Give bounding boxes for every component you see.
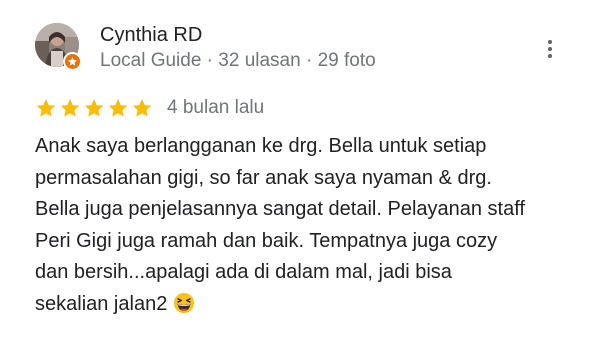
reviewer-meta[interactable]: Local Guide · 32 ulasan · 29 foto [100, 49, 376, 73]
review-text-line: sekalian jalan2 [35, 292, 168, 315]
star-icon [107, 97, 129, 119]
reviewer-name[interactable]: Cynthia RD [100, 22, 202, 48]
star-icon [131, 97, 153, 119]
grinning-squinting-face-emoji-icon [173, 292, 195, 314]
review-text-line: dan bersih...apalagi ada di dalam mal, j… [35, 261, 452, 283]
star-icon [83, 97, 105, 119]
star-icon [59, 97, 81, 119]
reviewer-avatar[interactable] [35, 23, 83, 71]
review-date: 4 bulan lalu [167, 97, 265, 118]
review-card: Cynthia RD Local Guide · 32 ulasan · 29 … [0, 0, 595, 342]
more-vertical-icon [548, 47, 552, 51]
review-text: Anak saya berlangganan ke drg. Bella unt… [35, 131, 570, 320]
more-options-button[interactable] [537, 36, 563, 62]
review-text-line: Bella juga penjelasannya sangat detail. … [35, 198, 525, 220]
more-vertical-icon [548, 54, 552, 58]
star-rating [35, 97, 153, 119]
review-text-line: permasalahan gigi, so far anak saya nyam… [35, 166, 492, 189]
review-text-line-last: sekalian jalan2 [35, 289, 570, 321]
review-text-line: Anak saya berlangganan ke drg. Bella unt… [35, 135, 487, 157]
more-vertical-icon [548, 40, 552, 44]
review-text-line: Peri Gigi juga ramah dan baik. Tempatnya… [35, 229, 498, 252]
rating-row: 4 bulan lalu [35, 96, 264, 120]
star-icon [35, 97, 57, 119]
local-guide-star-icon [63, 52, 82, 71]
